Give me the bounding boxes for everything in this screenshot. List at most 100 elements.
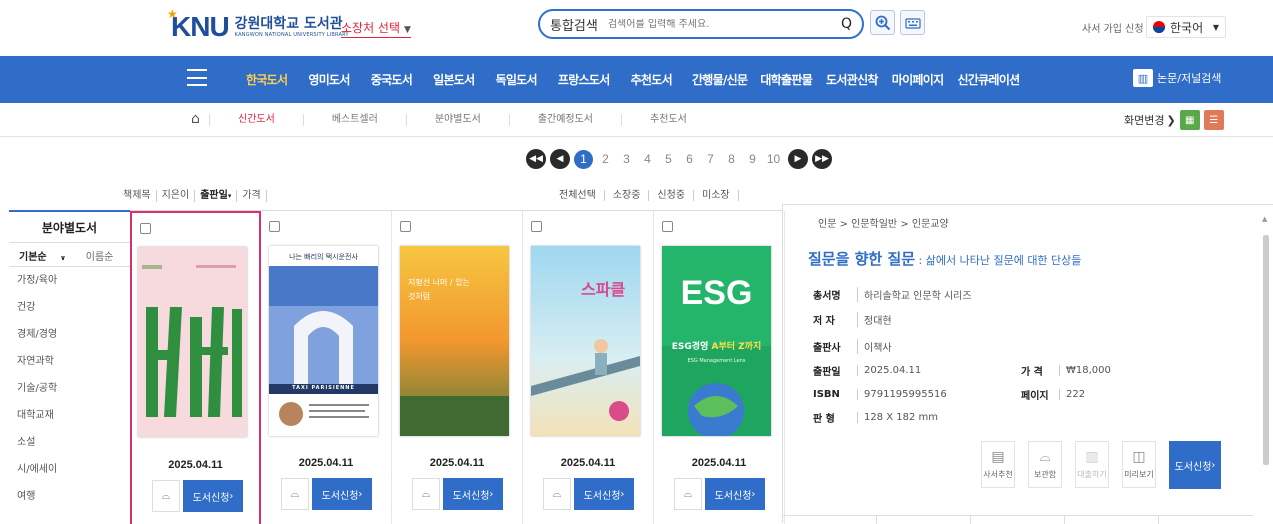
tab-by-field[interactable]: 분야별도서: [405, 113, 509, 126]
journal-search-link[interactable]: ▥ 논문/저널검색: [1133, 69, 1221, 87]
book-card[interactable]: ESG ESG경영 A부터 Z까지 ESG Management Lens 20…: [654, 211, 785, 524]
home-icon[interactable]: ⌂: [191, 111, 200, 127]
search-icon[interactable]: Q: [841, 16, 852, 32]
sort-by-name[interactable]: 이름순: [86, 248, 114, 263]
language-select[interactable]: 한국어 ▼: [1146, 16, 1226, 38]
first-page-icon[interactable]: ◀◀: [526, 149, 546, 169]
sort-title[interactable]: 책제목: [118, 190, 157, 202]
page-10[interactable]: 10: [763, 152, 784, 166]
logo-star-icon: ★: [167, 7, 178, 21]
select-all[interactable]: 전체선택: [551, 190, 605, 201]
category-item-health[interactable]: 건강: [9, 294, 130, 321]
book-card[interactable]: 지평선 너머 / 있는 것처럼 2025.04.11 ⌓ 도서신청 ›: [392, 211, 523, 524]
book-card[interactable]: 스파클 2025.04.11 ⌓ 도서신청 ›: [523, 211, 654, 524]
sort-author[interactable]: 지은이: [157, 190, 196, 202]
librarian-recommend-button[interactable]: ▤ 사서추천: [981, 441, 1015, 488]
list-view-icon[interactable]: ☰: [1203, 110, 1224, 130]
page-8[interactable]: 8: [721, 152, 742, 166]
book-card[interactable]: 나는 빠리의 택시운전사 TAXI PARISIENNE 2025.04.11 …: [261, 211, 392, 524]
nav-item-english-books[interactable]: 영미도서: [308, 71, 350, 88]
book-card[interactable]: 2025.04.11 ⌓ 도서신청 ›: [130, 211, 261, 524]
book-request-button[interactable]: 도서신청 ›: [705, 478, 765, 510]
shelf-icon[interactable]: ⌓: [152, 480, 180, 512]
nav-item-periodicals[interactable]: 간행물/신문: [692, 71, 748, 88]
page-9[interactable]: 9: [742, 152, 763, 166]
hamburger-menu-icon[interactable]: [187, 69, 207, 86]
book-checkbox[interactable]: [269, 221, 280, 232]
nav-item-korean-books[interactable]: 한국도서: [246, 71, 288, 88]
shelf-icon: ⌓: [1039, 449, 1051, 465]
shelf-icon[interactable]: ⌓: [412, 478, 440, 510]
nav-item-french-books[interactable]: 프랑스도서: [558, 71, 610, 88]
category-item-travel[interactable]: 여행: [9, 483, 130, 510]
sort-basic[interactable]: 기본순 ∨: [19, 248, 76, 263]
filter-not-owned[interactable]: 미소장: [694, 190, 739, 201]
preview-button[interactable]: ◫ 미리보기: [1122, 441, 1156, 488]
book-checkbox[interactable]: [400, 221, 411, 232]
last-page-icon[interactable]: ▶▶: [812, 149, 832, 169]
nav-item-recommended[interactable]: 추천도서: [631, 71, 673, 88]
sort-price[interactable]: 가격: [237, 190, 267, 202]
keyboard-icon[interactable]: [900, 10, 925, 35]
page-4[interactable]: 4: [637, 152, 658, 166]
page-1[interactable]: 1: [574, 149, 593, 169]
page-2[interactable]: 2: [595, 152, 616, 166]
category-item-poetry-essay[interactable]: 시/에세이: [9, 456, 130, 483]
book-cover[interactable]: 스파클: [531, 246, 640, 436]
book-checkbox[interactable]: [140, 223, 151, 234]
shelf-icon[interactable]: ⌓: [543, 478, 571, 510]
category-item-fiction[interactable]: 소설: [9, 429, 130, 456]
category-item-textbooks[interactable]: 대학교재: [9, 402, 130, 429]
category-item-engineering[interactable]: 기술/공학: [9, 375, 130, 402]
book-checkbox[interactable]: [662, 221, 673, 232]
loan-button[interactable]: ▥ 대출하기: [1075, 441, 1109, 488]
book-cover-title: ESG경영 A부터 Z까지: [671, 342, 762, 352]
page-5[interactable]: 5: [658, 152, 679, 166]
zoom-search-icon[interactable]: [870, 10, 895, 35]
category-item-parenting[interactable]: 가정/육아: [9, 267, 130, 294]
page-7[interactable]: 7: [700, 152, 721, 166]
book-request-button[interactable]: 도서신청 ›: [574, 478, 634, 510]
nav-item-chinese-books[interactable]: 중국도서: [371, 71, 413, 88]
filter-requested[interactable]: 신청중: [649, 190, 695, 201]
filter-owned[interactable]: 소장중: [605, 190, 650, 201]
nav-item-japanese-books[interactable]: 일본도서: [433, 71, 475, 88]
nav-item-new-arrivals[interactable]: 도서관신착: [826, 71, 878, 88]
book-request-button[interactable]: 도서신청 ›: [443, 478, 503, 510]
library-logo[interactable]: ★ KNU 강원대학교 도서관 KANGWON NATIONAL UNIVERS…: [167, 7, 349, 43]
book-request-button[interactable]: 도서신청 ›: [183, 480, 243, 512]
category-item-science[interactable]: 자연과학: [9, 348, 130, 375]
sort-pubdate[interactable]: 출판일▾: [195, 190, 238, 202]
nav-item-univ-press[interactable]: 대학출판물: [760, 71, 812, 88]
book-checkbox[interactable]: [531, 221, 542, 232]
page-6[interactable]: 6: [679, 152, 700, 166]
book-request-button[interactable]: 도서신청 ›: [312, 478, 372, 510]
nav-item-german-books[interactable]: 독일도서: [496, 71, 538, 88]
category-item-economy[interactable]: 경제/경영: [9, 321, 130, 348]
book-cover[interactable]: 나는 빠리의 택시운전사 TAXI PARISIENNE: [269, 246, 378, 436]
tab-upcoming[interactable]: 출간예정도서: [508, 113, 621, 126]
location-select[interactable]: 소장처 선택 ▼: [341, 19, 411, 38]
signup-link[interactable]: 사서 가입 신청: [1082, 20, 1144, 35]
scrollbar-thumb[interactable]: [1263, 235, 1269, 465]
prev-page-icon[interactable]: ◀: [550, 149, 570, 169]
search-input[interactable]: [607, 18, 835, 30]
nav-item-curation[interactable]: 신간큐레이션: [957, 71, 1020, 88]
tab-new-books[interactable]: 신간도서: [209, 113, 303, 126]
book-cover[interactable]: 지평선 너머 / 있는 것처럼: [400, 246, 509, 436]
bookshelf-button[interactable]: ⌓ 보관함: [1028, 441, 1062, 488]
tab-bestseller[interactable]: 베스트셀러: [302, 113, 406, 126]
shelf-icon[interactable]: ⌓: [281, 478, 309, 510]
nav-item-mypage[interactable]: 마이페이지: [892, 71, 944, 88]
book-cover[interactable]: ESG ESG경영 A부터 Z까지 ESG Management Lens: [662, 246, 771, 436]
book-cover[interactable]: [138, 247, 247, 437]
tab-recommended[interactable]: 추천도서: [621, 113, 715, 126]
scroll-up-icon[interactable]: ▲: [1262, 215, 1267, 223]
shelf-icon[interactable]: ⌓: [674, 478, 702, 510]
search-scope[interactable]: 통합검색: [550, 15, 598, 34]
detail-request-button[interactable]: 도서신청 ›: [1169, 441, 1221, 489]
grid-view-icon[interactable]: ▦: [1179, 110, 1200, 130]
page-3[interactable]: 3: [616, 152, 637, 166]
scrollbar[interactable]: ▲: [1261, 205, 1271, 524]
next-page-icon[interactable]: ▶: [788, 149, 808, 169]
